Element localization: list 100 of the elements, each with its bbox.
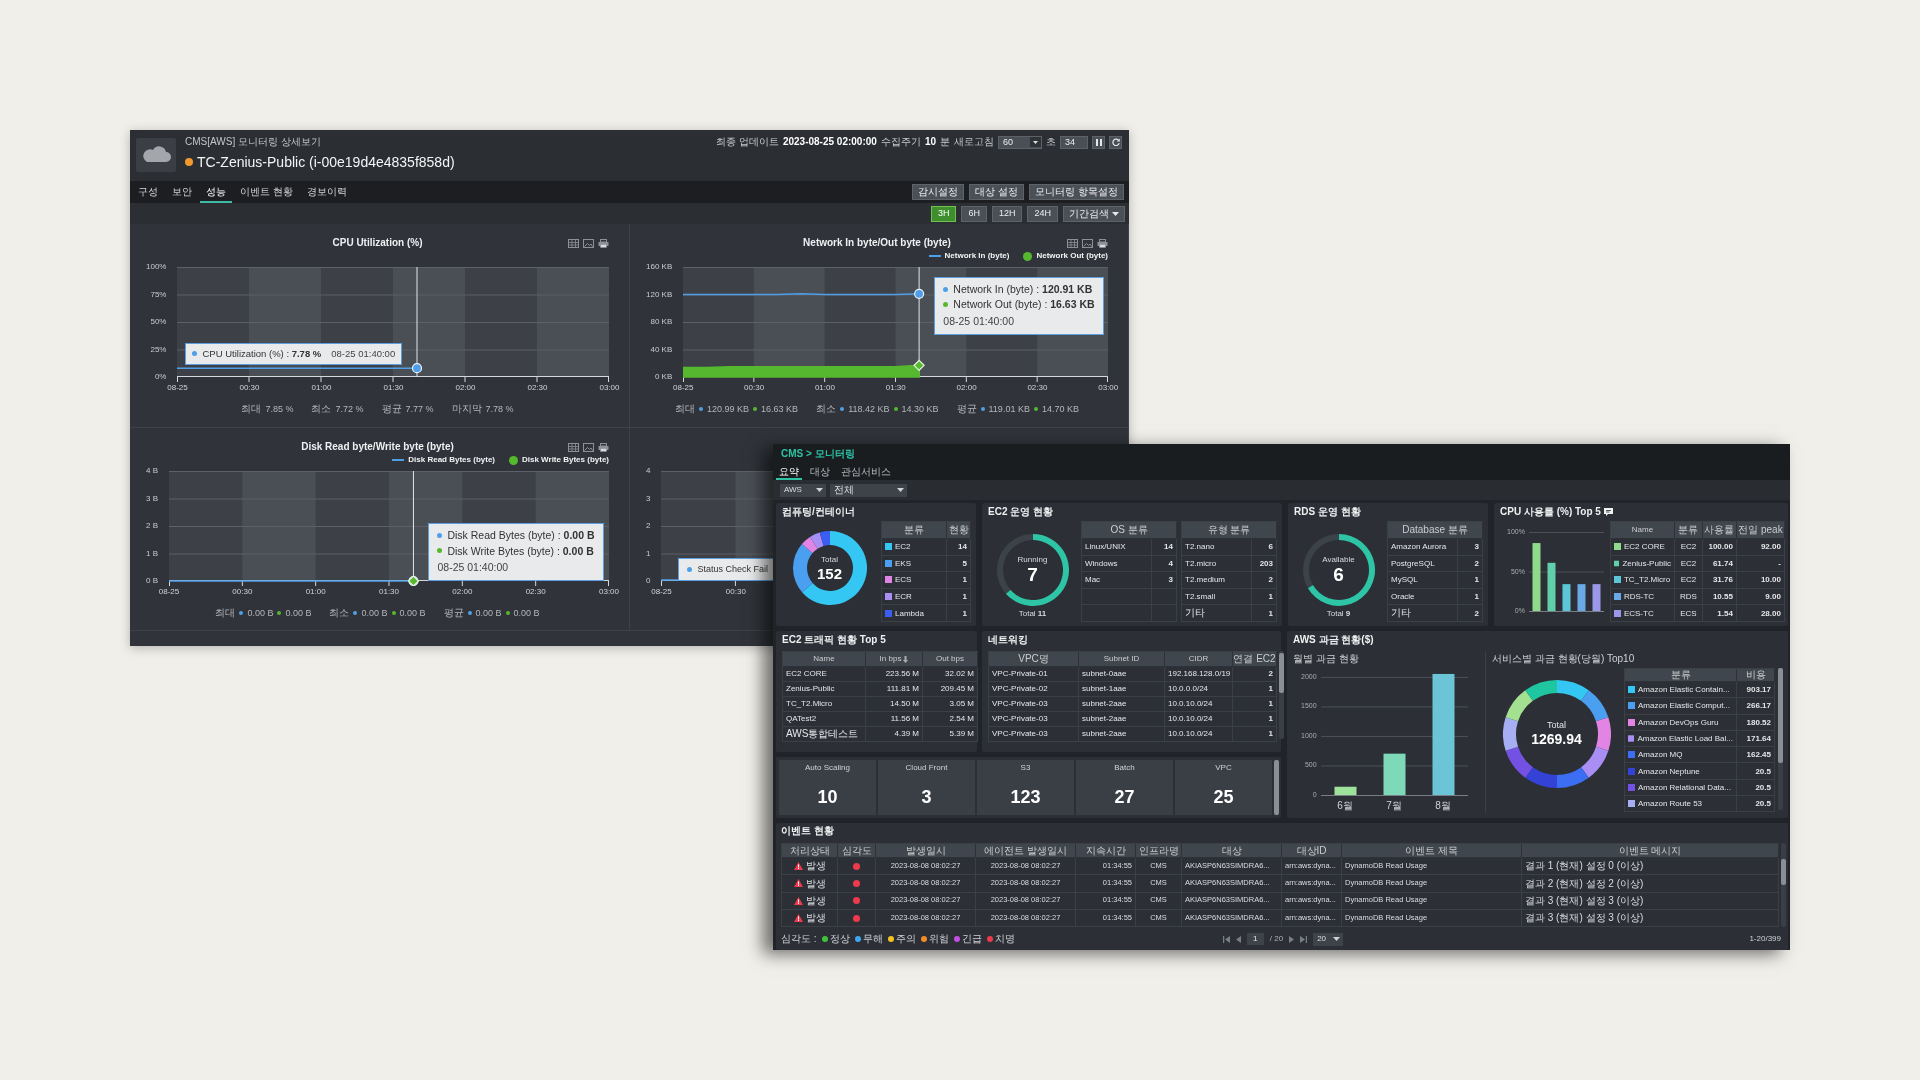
axis-label: 25% xyxy=(150,343,167,356)
column-header: 전일 peak xyxy=(1736,522,1785,539)
column-header: In bps xyxy=(879,654,902,664)
axis-label: 80 KB xyxy=(650,316,673,328)
legend-title: 심각도 : xyxy=(781,933,817,946)
stat-value: 120.99 KB xyxy=(707,403,750,415)
table-cell: Zenius-Public xyxy=(1622,558,1671,568)
table-cell: subnet-2aae xyxy=(1079,727,1165,742)
stat-label: 최대 xyxy=(675,403,696,415)
table-cell: 1 xyxy=(1233,712,1277,727)
table-cell: EC2 CORE xyxy=(1623,542,1665,552)
table-cell: EC2 xyxy=(1674,572,1703,589)
table-cell: 11.56 M xyxy=(866,712,923,727)
table-cell: 1 xyxy=(1233,697,1277,712)
axis-label: 3 xyxy=(646,492,651,505)
table-cell: 기타 xyxy=(1388,605,1458,622)
column-header: 처리상태 xyxy=(782,844,838,858)
axis-label: 02:00 xyxy=(956,382,977,394)
table-cell: 5 xyxy=(947,555,971,573)
stat-value: 16.63 KB xyxy=(761,403,799,415)
stat-value: 0.00 B xyxy=(513,607,540,619)
stat-value: 7.77 % xyxy=(405,403,434,415)
table-cell: subnet-2aae xyxy=(1079,712,1165,727)
donut-label: Total xyxy=(1547,720,1566,731)
table-cell: TC_T2.Micro xyxy=(783,697,866,712)
table-cell: 171.64 xyxy=(1737,730,1775,748)
table-cell: 111.81 M xyxy=(866,682,923,697)
axis-label: 02:30 xyxy=(527,382,548,394)
breadcrumb: CMS[AWS] 모니터링 상세보기 xyxy=(185,135,322,149)
table-cell: 1 xyxy=(1252,605,1277,622)
tile-label: S3 xyxy=(1020,762,1031,774)
table-cell: VPC-Private-02 xyxy=(989,682,1079,697)
stat-value: 14.70 KB xyxy=(1041,403,1079,415)
panel-title: 컴퓨팅/컨테이너 xyxy=(782,506,856,518)
table-cell: 31.76 xyxy=(1702,572,1737,589)
tile-value: 27 xyxy=(1114,786,1135,808)
axis-label: 03:00 xyxy=(599,382,620,394)
legend-label: 치명 xyxy=(994,933,1015,946)
column-header: 이벤트 메시지 xyxy=(1522,844,1779,858)
column-header: Out bps xyxy=(923,652,978,667)
table-cell: T2.micro xyxy=(1182,555,1252,573)
table-cell: 결과 3 (현재) 설정 3 (이상) xyxy=(1522,909,1779,928)
column-header: 비용 xyxy=(1737,669,1775,682)
axis-label: 120 KB xyxy=(646,288,673,301)
table-cell: EC2 xyxy=(1674,539,1703,556)
stat-value: 0.00 B xyxy=(361,607,388,619)
stat-label: 최소 xyxy=(816,403,837,415)
table-cell: 14 xyxy=(1152,539,1177,556)
table-cell: 10.00 xyxy=(1736,572,1785,589)
gauge-label: Running xyxy=(1017,554,1048,565)
page-count: / 20 xyxy=(1269,934,1284,944)
chart-title: Network In byte/Out byte (byte) xyxy=(803,237,951,249)
column-header: VPC명 xyxy=(989,652,1079,667)
table-cell: 209.45 M xyxy=(923,682,978,697)
table-cell: 1 xyxy=(1233,682,1277,697)
breadcrumb: CMS > 모니터링 xyxy=(780,447,855,461)
column-header: Database 분류 xyxy=(1388,522,1483,539)
axis-label: 01:30 xyxy=(383,382,404,394)
table-cell: Amazon DevOps Guru xyxy=(1638,717,1719,727)
axis-label: 40 KB xyxy=(650,343,673,356)
legend-label: Disk Read Bytes (byte) xyxy=(408,455,495,465)
panel-title: RDS 운영 현황 xyxy=(1294,506,1362,518)
legend-label: Network Out (byte) xyxy=(1036,251,1108,261)
stat-label: 최대 xyxy=(241,403,262,415)
column-header: 분류 xyxy=(882,522,947,539)
axis-label: 02:00 xyxy=(452,586,473,598)
table-cell: TC_T2.Micro xyxy=(1623,575,1671,585)
table-cell: 14.50 M xyxy=(866,697,923,712)
column-header: Subnet ID xyxy=(1079,652,1165,667)
table-cell: ECS xyxy=(1674,605,1703,622)
table-cell: 4 xyxy=(1152,555,1177,573)
column-header: 유형 분류 xyxy=(1182,522,1277,539)
tooltip-text: Network Out (byte) : 16.63 KB xyxy=(953,298,1095,311)
axis-label: 02:30 xyxy=(1027,382,1048,394)
tile-value: 123 xyxy=(1010,786,1041,808)
table-cell: 162.45 xyxy=(1737,747,1775,764)
table-cell: 266.17 xyxy=(1737,698,1775,715)
table-cell: 결과 1 (현재) 설정 0 (이상) xyxy=(1522,858,1779,876)
column-header: 이벤트 제목 xyxy=(1342,844,1522,858)
donut-total: 152 xyxy=(817,564,842,582)
chart-title: Disk Read byte/Write byte (byte) xyxy=(301,441,454,453)
column-header: 인프라명 xyxy=(1136,844,1182,858)
table-cell: 9.00 xyxy=(1736,588,1785,606)
tooltip-time: 08-25 01:40:00 xyxy=(331,348,396,360)
axis-label: 02:30 xyxy=(525,586,546,598)
table-cell: QATest2 xyxy=(783,712,866,727)
table-cell: EC2 CORE xyxy=(783,667,866,682)
table-cell: 4.39 M xyxy=(866,727,923,742)
column-header: OS 분류 xyxy=(1082,522,1177,539)
legend-label: Network In (byte) xyxy=(944,251,1010,261)
interval-label: 수집주기 xyxy=(880,136,921,148)
legend-label: Disk Write Bytes (byte) xyxy=(522,455,609,465)
interval-unit: 분 xyxy=(940,136,950,148)
stat-label: 평균 xyxy=(443,607,464,619)
panel-title: 네트워킹 xyxy=(988,634,1029,646)
table-cell: 10.0.10.0/24 xyxy=(1165,727,1233,742)
table-cell: VPC-Private-03 xyxy=(989,697,1079,712)
panel-title: EC2 트래픽 현황 Top 5 xyxy=(782,634,887,646)
table-cell: 10.0.10.0/24 xyxy=(1165,712,1233,727)
tile-label: Cloud Front xyxy=(905,762,948,774)
